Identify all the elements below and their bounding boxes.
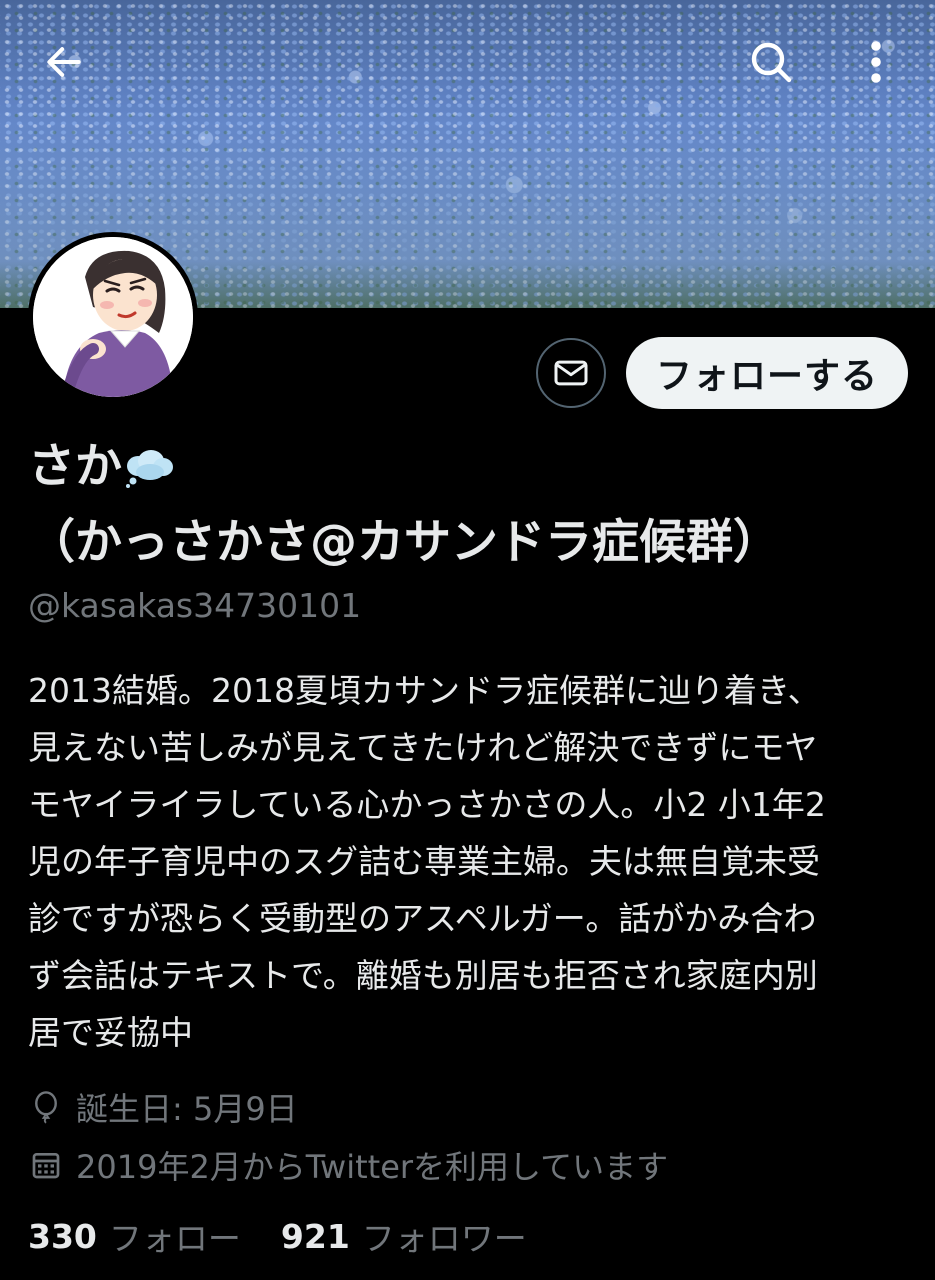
birthday-row: 誕生日: 5月9日 xyxy=(28,1084,298,1130)
thought-bubble-icon xyxy=(124,438,174,508)
calendar-icon xyxy=(28,1147,64,1183)
back-button[interactable] xyxy=(36,34,92,90)
following-count: 330 xyxy=(28,1216,97,1256)
display-name-part1: さか xyxy=(28,439,122,494)
profile-bio: 2013結婚。2018夏頃カサンドラ症候群に辿り着き、 見えない苦しみが見えてき… xyxy=(28,671,826,1052)
display-name-part2: （かっさかさ@カサンドラ症候群） xyxy=(28,515,780,570)
profile-handle: @kasakas34730101 xyxy=(28,586,362,625)
profile-display-name: さか （かっさかさ@カサンドラ症候群） xyxy=(28,432,908,578)
envelope-icon xyxy=(554,360,588,386)
birthday-text: 誕生日: 5月9日 xyxy=(76,1090,298,1128)
followers-label: フォロワー xyxy=(361,1219,527,1258)
following-link[interactable]: 330 フォロー xyxy=(28,1212,241,1260)
more-vertical-icon xyxy=(871,41,881,83)
followers-count: 921 xyxy=(280,1216,350,1256)
follow-button[interactable]: フォローする xyxy=(626,337,908,409)
message-button[interactable] xyxy=(536,338,606,408)
following-label: フォロー xyxy=(108,1219,241,1258)
arrow-left-icon xyxy=(47,47,81,77)
joined-row: 2019年2月からTwitterを利用しています xyxy=(28,1142,668,1188)
balloon-icon xyxy=(28,1089,64,1125)
profile-page: フォローする さか （かっさかさ@カサンドラ症候群） @kasakas34730… xyxy=(0,0,935,1280)
search-icon xyxy=(751,42,792,83)
avatar-image xyxy=(33,237,193,397)
profile-avatar[interactable] xyxy=(28,232,198,402)
more-options-button[interactable] xyxy=(848,34,904,90)
search-button[interactable] xyxy=(743,34,799,90)
joined-text: 2019年2月からTwitterを利用しています xyxy=(76,1148,669,1186)
follow-stats: 330 フォロー 921 フォロワー xyxy=(28,1212,567,1260)
followers-link[interactable]: 921 フォロワー xyxy=(281,1212,527,1260)
